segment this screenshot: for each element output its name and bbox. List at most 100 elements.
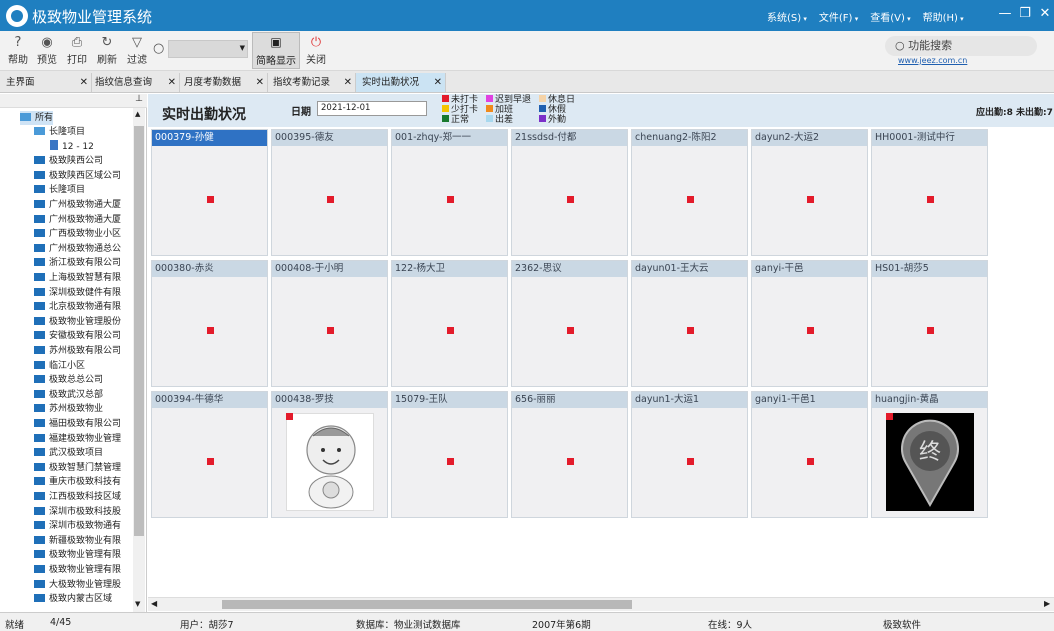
close-window-icon[interactable]: ✕ bbox=[1036, 6, 1054, 21]
brief-display-button[interactable]: ▣ 简略显示 bbox=[252, 32, 300, 69]
tree-item[interactable]: 福建极致物业管理 bbox=[34, 432, 121, 446]
employee-card[interactable]: dayun01-王大云 bbox=[631, 260, 748, 387]
tree-item[interactable]: 新疆极致物业有限 bbox=[34, 534, 121, 548]
tab-fingerprint-info[interactable]: 指纹信息查询 ✕ bbox=[89, 73, 180, 92]
employee-name: 15079-王队 bbox=[392, 392, 507, 408]
close-icon[interactable]: ✕ bbox=[344, 73, 352, 92]
menu-help[interactable]: 帮助(H) bbox=[923, 9, 964, 24]
tree-item[interactable]: 北京极致物通有限 bbox=[34, 300, 121, 314]
employee-card[interactable]: 000395-德友 bbox=[271, 129, 388, 256]
function-search-input[interactable]: ○ 功能搜索 bbox=[885, 36, 1037, 56]
pin-icon[interactable]: ⊥ bbox=[135, 94, 143, 104]
employee-card[interactable]: huangjin-黄晶终 bbox=[871, 391, 988, 518]
tab-home[interactable]: 主界面 ✕ bbox=[0, 73, 92, 92]
tree-root[interactable]: 所有 bbox=[20, 111, 54, 125]
menu-view[interactable]: 查看(V) bbox=[870, 9, 910, 24]
minimize-icon[interactable]: — bbox=[996, 6, 1014, 21]
tree-item[interactable]: 极致物业管理有限 bbox=[34, 548, 121, 562]
tree-item[interactable]: 重庆市极致科技有 bbox=[34, 475, 121, 489]
employee-card[interactable]: 000438-罗技 bbox=[271, 391, 388, 518]
date-field[interactable]: 2021-12-01 bbox=[317, 101, 427, 116]
scroll-up-icon[interactable]: ▲ bbox=[135, 110, 140, 118]
maximize-icon[interactable]: ❐ bbox=[1016, 6, 1034, 21]
sidebar-scrollbar[interactable]: ▲ ▼ bbox=[133, 108, 145, 612]
website-link[interactable]: www.jeez.com.cn bbox=[898, 56, 967, 65]
tab-fingerprint-records[interactable]: 指纹考勤记录 ✕ bbox=[267, 73, 356, 92]
legend-swatch bbox=[486, 115, 493, 122]
search-combo[interactable]: ▼ bbox=[168, 40, 248, 58]
menu-file[interactable]: 文件(F) bbox=[819, 9, 858, 24]
tree-item[interactable]: 广州极致物通大厦 bbox=[34, 213, 121, 227]
tree-item[interactable]: 苏州极致有限公司 bbox=[34, 344, 121, 358]
scroll-thumb[interactable] bbox=[222, 600, 632, 609]
tab-monthly-attendance[interactable]: 月度考勤数据 ✕ bbox=[178, 73, 268, 92]
tree-item[interactable]: 广州极致物通大厦 bbox=[34, 198, 121, 212]
employee-card[interactable]: chenuang2-陈阳2 bbox=[631, 129, 748, 256]
employee-card[interactable]: 122-杨大卫 bbox=[391, 260, 508, 387]
tree-item[interactable]: 极致物业管理有限 bbox=[34, 563, 121, 577]
tree-item[interactable]: 临江小区 bbox=[34, 359, 85, 373]
tree-item-label: 上海极致智慧有限 bbox=[49, 273, 122, 283]
tree-item[interactable]: 长隆项目 bbox=[34, 183, 85, 197]
employee-card[interactable]: 000380-赤炎 bbox=[151, 260, 268, 387]
tab-realtime-attendance[interactable]: 实时出勤状况 ✕ bbox=[356, 73, 446, 92]
employee-card[interactable]: 15079-王队 bbox=[391, 391, 508, 518]
filter-button[interactable]: ▽ 过滤 bbox=[122, 34, 152, 66]
status-ready: 就绪 bbox=[5, 620, 25, 631]
employee-card[interactable]: 000408-于小明 bbox=[271, 260, 388, 387]
refresh-button[interactable]: ↻ 刷新 bbox=[92, 34, 122, 66]
tree-item[interactable]: 广州极致物通总公 bbox=[34, 242, 121, 256]
menu-system[interactable]: 系统(S) bbox=[767, 9, 807, 24]
tree-item[interactable]: 苏州极致物业 bbox=[34, 402, 103, 416]
tree-item[interactable]: 深圳极致健件有限 bbox=[34, 286, 121, 300]
tree-item[interactable]: 上海极致智慧有限 bbox=[34, 271, 121, 285]
employee-card[interactable]: dayun1-大运1 bbox=[631, 391, 748, 518]
employee-card[interactable]: 656-丽丽 bbox=[511, 391, 628, 518]
tree-item[interactable]: 长隆项目 bbox=[34, 125, 85, 139]
employee-card[interactable]: HH0001-测试中行 bbox=[871, 129, 988, 256]
print-button[interactable]: ⎙ 打印 bbox=[62, 34, 92, 66]
employee-card[interactable]: 21ssdsd-付都 bbox=[511, 129, 628, 256]
tree-item[interactable]: 极致武汉总部 bbox=[34, 388, 103, 402]
employee-card[interactable]: 000394-牛德华 bbox=[151, 391, 268, 518]
tree-item[interactable]: 福田极致有限公司 bbox=[34, 417, 121, 431]
tree-item[interactable]: 深圳市极致物通有 bbox=[34, 519, 121, 533]
preview-button[interactable]: ◉ 预览 bbox=[32, 34, 62, 66]
close-icon[interactable]: ✕ bbox=[256, 73, 264, 92]
employee-card[interactable]: HS01-胡莎5 bbox=[871, 260, 988, 387]
close-icon[interactable]: ✕ bbox=[434, 73, 442, 92]
tree-item[interactable]: 极致陕西区域公司 bbox=[34, 169, 121, 183]
tree-item[interactable]: 极致内蒙古区域 bbox=[34, 592, 112, 606]
tree-item[interactable]: 安徽极致有限公司 bbox=[34, 329, 121, 343]
tree-item[interactable]: 极致陕西公司 bbox=[34, 154, 103, 168]
close-button[interactable]: ⏻ 关闭 bbox=[301, 34, 331, 66]
chevron-down-icon[interactable]: ▼ bbox=[240, 44, 245, 52]
employee-card[interactable]: ganyi1-干邑1 bbox=[751, 391, 868, 518]
scroll-left-icon[interactable]: ◀ bbox=[151, 599, 157, 608]
tree-item[interactable]: 大极致物业管理股 bbox=[34, 578, 121, 592]
tree-item[interactable]: 广西极致物业小区 bbox=[34, 227, 121, 241]
scroll-thumb[interactable] bbox=[134, 126, 144, 536]
employee-card[interactable]: ganyi-干邑 bbox=[751, 260, 868, 387]
folder-icon bbox=[34, 492, 45, 500]
scroll-down-icon[interactable]: ▼ bbox=[135, 600, 140, 608]
tree-item[interactable]: 极致总总公司 bbox=[34, 373, 103, 387]
tree-item[interactable]: 浙江极致有限公司 bbox=[34, 256, 121, 270]
employee-card[interactable]: dayun2-大运2 bbox=[751, 129, 868, 256]
employee-card[interactable]: 000379-孙健 bbox=[151, 129, 268, 256]
absent-status-marker bbox=[327, 327, 334, 334]
employee-card[interactable]: 001-zhqy-郑一一 bbox=[391, 129, 508, 256]
tree-item[interactable]: 深圳市极致科技股 bbox=[34, 505, 121, 519]
tree-item[interactable]: 江西极致科技区域 bbox=[34, 490, 121, 504]
grid-hscrollbar[interactable]: ◀ ▶ bbox=[148, 597, 1054, 611]
help-button[interactable]: ? 帮助 bbox=[3, 34, 33, 66]
close-icon[interactable]: ✕ bbox=[168, 73, 176, 92]
tree-item[interactable]: 极致智慧门禁管理 bbox=[34, 461, 121, 475]
main-menu: 系统(S) 文件(F) 查看(V) 帮助(H) bbox=[767, 9, 964, 24]
tree-item[interactable]: 12 - 12 bbox=[50, 139, 94, 154]
scroll-right-icon[interactable]: ▶ bbox=[1044, 599, 1050, 608]
tree-item[interactable]: 极致物业管理股份 bbox=[34, 315, 121, 329]
tree-item[interactable]: 武汉极致项目 bbox=[34, 446, 103, 460]
employee-card[interactable]: 2362-思议 bbox=[511, 260, 628, 387]
close-icon[interactable]: ✕ bbox=[80, 73, 88, 92]
